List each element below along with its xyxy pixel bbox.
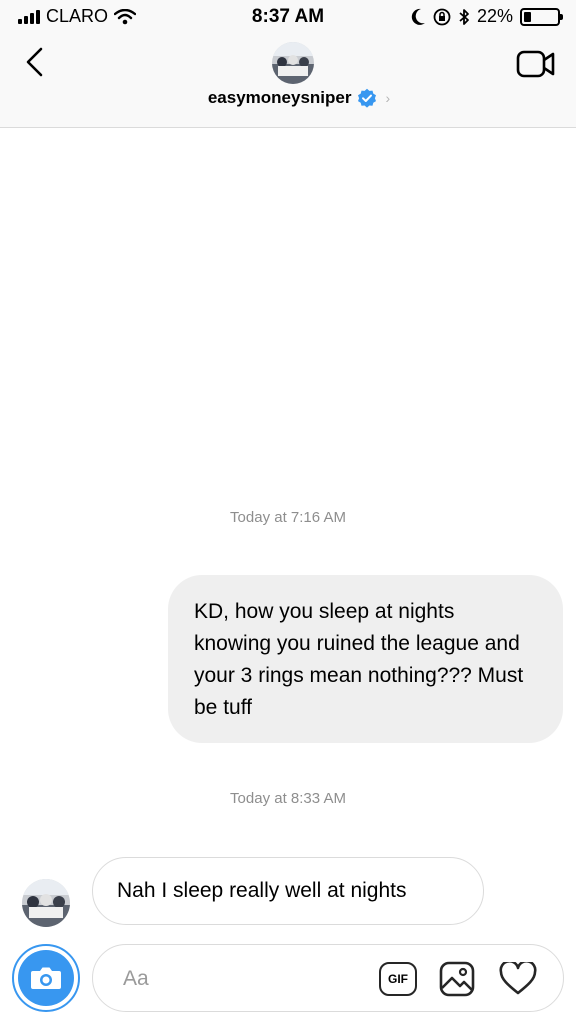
avatar-image — [272, 42, 314, 84]
like-button[interactable] — [499, 959, 537, 996]
outgoing-message-bubble[interactable]: KD, how you sleep at nights knowing you … — [168, 575, 563, 743]
video-camera-icon — [516, 50, 555, 78]
camera-icon — [31, 967, 61, 989]
gif-button[interactable]: GIF — [379, 962, 417, 996]
incoming-message-bubble[interactable]: Nah I sleep really well at nights — [92, 857, 484, 925]
verified-badge-icon — [358, 88, 377, 108]
moon-icon — [411, 8, 425, 25]
header-username-row[interactable]: easymoneysniper › — [0, 88, 576, 108]
header-avatar[interactable] — [272, 42, 314, 84]
camera-button[interactable] — [12, 944, 80, 1012]
battery-fill — [524, 11, 532, 22]
gif-icon: GIF — [388, 972, 408, 986]
incoming-message-text: Nah I sleep really well at nights — [117, 879, 407, 902]
battery-icon — [520, 7, 563, 26]
orientation-lock-icon — [433, 8, 451, 25]
video-call-button[interactable] — [516, 46, 556, 82]
bluetooth-icon — [459, 8, 469, 25]
message-composer: GIF — [92, 944, 564, 1012]
status-bar-right: 22% — [410, 6, 563, 27]
chevron-right-icon: › — [385, 90, 391, 106]
conversation-header: easymoneysniper › — [0, 34, 576, 128]
gallery-icon — [439, 961, 475, 997]
header-username: easymoneysniper — [207, 88, 352, 107]
gallery-button[interactable] — [439, 961, 475, 997]
message-input[interactable] — [123, 963, 363, 995]
sender-avatar[interactable] — [22, 879, 70, 927]
back-button[interactable] — [14, 42, 54, 82]
status-bar: CLARO 8:37 AM 22% — [0, 0, 576, 34]
avatar-image — [22, 879, 70, 927]
heart-icon — [499, 959, 537, 995]
message-timestamp: Today at 8:33 AM — [230, 790, 346, 807]
camera-button-fill — [18, 950, 74, 1006]
message-timestamp: Today at 7:16 AM — [230, 509, 346, 526]
back-arrow-icon — [26, 47, 43, 77]
outgoing-message-text: KD, how you sleep at nights knowing you … — [194, 600, 524, 719]
battery-percent: 22% — [476, 6, 513, 26]
